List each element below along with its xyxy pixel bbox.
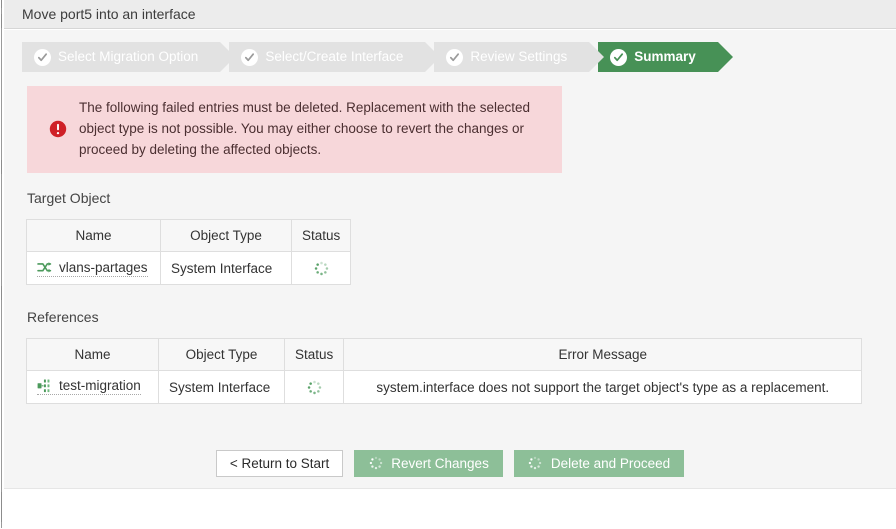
cell-error-message: system.interface does not support the ta…	[344, 371, 862, 404]
table-row[interactable]: test-migration System Interface	[27, 371, 862, 404]
cell-object-type: System Interface	[159, 371, 285, 404]
references-section-title: References	[27, 309, 99, 325]
cell-name[interactable]: vlans-partages	[27, 252, 161, 285]
spinner-icon	[368, 456, 383, 471]
column-header-object-type: Object Type	[159, 339, 285, 371]
table-header-row: Name Object Type Status	[27, 220, 351, 252]
table-header-row: Name Object Type Status Error Message	[27, 339, 862, 371]
migration-wizard-dialog: Move port5 into an interface Select Migr…	[0, 0, 896, 528]
wizard-step-label: Review Settings	[470, 50, 567, 64]
delete-and-proceed-button[interactable]: Delete and Proceed	[514, 450, 684, 477]
target-object-table: Name Object Type Status	[26, 219, 351, 285]
wizard-step-bar: Select Migration Option Select/Create In…	[22, 42, 727, 72]
check-icon	[610, 49, 627, 66]
window-left-rail	[0, 0, 3, 528]
cell-status	[285, 371, 344, 404]
return-to-start-button[interactable]: < Return to Start	[216, 450, 343, 477]
target-object-section-title: Target Object	[27, 190, 110, 206]
check-icon	[241, 49, 258, 66]
wizard-step-select-migration-option[interactable]: Select Migration Option	[22, 42, 220, 72]
dialog-titlebar: Move port5 into an interface	[4, 0, 896, 29]
wizard-step-review-settings[interactable]: Review Settings	[434, 42, 589, 72]
cell-name[interactable]: test-migration	[27, 371, 159, 404]
column-header-object-type: Object Type	[161, 220, 292, 252]
check-icon	[446, 49, 463, 66]
check-icon	[34, 49, 51, 66]
network-node-icon	[37, 379, 52, 393]
cell-name-text: vlans-partages	[59, 260, 148, 275]
references-table: Name Object Type Status Error Message	[26, 338, 862, 404]
dialog-title: Move port5 into an interface	[4, 6, 196, 22]
error-alert: The following failed entries must be del…	[27, 86, 562, 173]
wizard-step-select-create-interface[interactable]: Select/Create Interface	[229, 42, 425, 72]
spinner-icon	[314, 261, 329, 276]
cell-status	[292, 252, 351, 285]
cell-name-text: test-migration	[59, 378, 141, 393]
wizard-step-summary[interactable]: Summary	[598, 42, 718, 72]
wizard-step-label: Select/Create Interface	[265, 50, 403, 64]
revert-changes-label: Revert Changes	[391, 456, 489, 471]
wizard-step-label: Summary	[634, 50, 696, 64]
spinner-icon	[307, 380, 322, 395]
interface-swap-icon	[37, 261, 52, 274]
dialog-body: Select Migration Option Select/Create In…	[4, 30, 896, 488]
error-exclamation-icon	[49, 120, 67, 138]
cell-object-type: System Interface	[161, 252, 292, 285]
dialog-footer: < Return to Start	[4, 450, 896, 477]
column-header-name: Name	[27, 220, 161, 252]
spinner-icon	[528, 456, 543, 471]
wizard-step-label: Select Migration Option	[58, 50, 198, 64]
column-header-name: Name	[27, 339, 159, 371]
column-header-status: Status	[292, 220, 351, 252]
column-header-error-message: Error Message	[344, 339, 862, 371]
table-row[interactable]: vlans-partages System Interface	[27, 252, 351, 285]
column-header-status: Status	[285, 339, 344, 371]
revert-changes-button[interactable]: Revert Changes	[354, 450, 503, 477]
delete-and-proceed-label: Delete and Proceed	[551, 456, 670, 471]
page-background-below-dialog	[4, 488, 896, 529]
error-alert-message: The following failed entries must be del…	[79, 98, 548, 161]
